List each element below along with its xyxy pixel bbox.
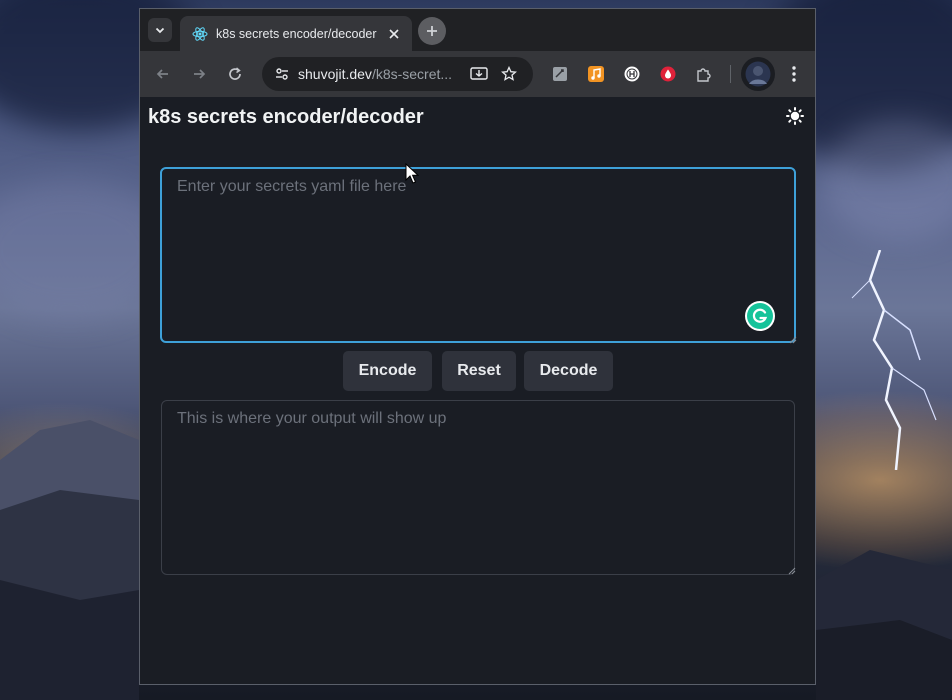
tab-title: k8s secrets encoder/decoder	[216, 26, 377, 41]
encode-button[interactable]: Encode	[343, 351, 432, 391]
h-extension-button[interactable]	[623, 65, 641, 83]
url-path: /k8s-secret...	[371, 66, 453, 82]
h-extension-icon	[624, 66, 640, 82]
grammarly-button[interactable]	[745, 301, 775, 331]
tab-active[interactable]: k8s secrets encoder/decoder	[180, 16, 412, 51]
music-extension-button[interactable]	[587, 65, 605, 83]
arrow-right-icon	[194, 69, 206, 79]
theme-toggle-button[interactable]	[785, 106, 805, 126]
arrow-left-icon	[156, 69, 168, 79]
extensions-button[interactable]	[695, 65, 713, 83]
tab-strip: k8s secrets encoder/decoder	[140, 9, 815, 51]
notes-extension-button[interactable]	[551, 65, 569, 83]
install-app-button[interactable]	[464, 59, 494, 89]
url-text[interactable]: shuvojit.dev/k8s-secret...	[298, 66, 464, 82]
resize-handle-icon[interactable]	[786, 565, 796, 575]
grammarly-icon	[747, 303, 773, 329]
address-bar[interactable]: shuvojit.dev/k8s-secret...	[262, 57, 533, 91]
back-button[interactable]	[151, 62, 175, 86]
page-content: k8s secrets encoder/decoder Encode Reset…	[140, 97, 815, 684]
plus-icon	[427, 26, 437, 36]
browser-menu-button[interactable]	[782, 62, 806, 86]
output-area[interactable]	[161, 400, 795, 575]
reload-icon	[229, 67, 241, 80]
reload-button[interactable]	[223, 62, 247, 86]
toolbar-divider	[730, 65, 731, 83]
bookmark-button[interactable]	[494, 59, 524, 89]
chevron-down-icon	[155, 27, 165, 34]
avatar[interactable]	[741, 57, 775, 91]
tune-icon	[276, 68, 288, 80]
tab-search-button[interactable]	[148, 18, 172, 42]
reset-button[interactable]: Reset	[442, 351, 516, 391]
forward-button[interactable]	[187, 62, 211, 86]
puzzle-extensions-icon	[697, 68, 711, 82]
drop-extension-icon	[660, 66, 676, 82]
notes-extension-icon	[553, 67, 567, 81]
star-icon	[501, 66, 517, 81]
resize-handle-icon[interactable]	[787, 334, 797, 344]
install-app-icon	[470, 67, 488, 80]
mouse-cursor-icon	[405, 163, 419, 184]
site-info-button[interactable]	[267, 59, 297, 89]
drop-extension-button[interactable]	[659, 65, 677, 83]
page-title: k8s secrets encoder/decoder	[148, 106, 424, 128]
sun-icon	[786, 107, 804, 125]
kebab-menu-icon	[792, 66, 796, 82]
browser-window: k8s secrets encoder/decoder shuvojit.dev…	[139, 8, 816, 685]
new-tab-button[interactable]	[418, 17, 446, 45]
music-extension-icon	[588, 66, 604, 82]
url-domain: shuvojit.dev	[298, 66, 372, 82]
close-icon[interactable]	[386, 26, 402, 42]
profile-picture	[745, 61, 771, 87]
secrets-yaml-input[interactable]	[160, 167, 796, 343]
react-icon	[192, 26, 208, 42]
browser-toolbar: shuvojit.dev/k8s-secret...	[140, 51, 815, 97]
decode-button[interactable]: Decode	[524, 351, 613, 391]
